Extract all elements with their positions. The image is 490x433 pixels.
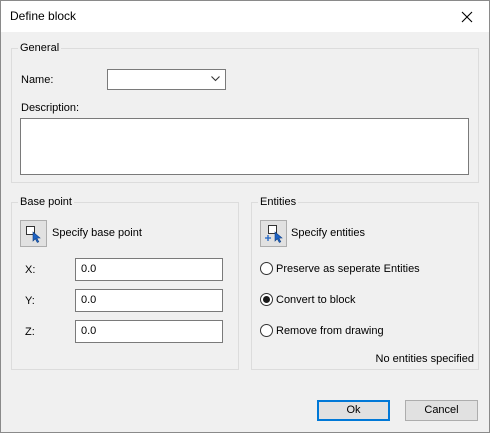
ok-button[interactable]: Ok (317, 400, 390, 421)
description-label: Description: (21, 102, 80, 114)
radio-remove-from-drawing-label: Remove from drawing (276, 325, 384, 337)
define-block-dialog: Define block General Name: Description: … (0, 0, 490, 433)
radio-preserve-entities[interactable] (260, 262, 273, 275)
name-combobox[interactable] (107, 69, 226, 90)
x-label: X: (25, 264, 36, 276)
z-label: Z: (25, 326, 35, 338)
base-point-group-label: Base point (18, 195, 74, 209)
name-label: Name: (21, 74, 54, 86)
z-input[interactable]: 0.0 (75, 320, 223, 343)
y-label: Y: (25, 295, 35, 307)
dialog-title: Define block (10, 9, 77, 23)
specify-base-point-label: Specify base point (52, 227, 142, 239)
entities-group-label: Entities (258, 195, 299, 209)
radio-remove-from-drawing[interactable] (260, 324, 273, 337)
close-icon (461, 11, 473, 22)
pick-point-icon (25, 225, 41, 243)
select-entities-icon (264, 224, 283, 243)
close-button[interactable] (445, 1, 489, 32)
specify-base-point-button[interactable] (20, 220, 47, 247)
specify-entities-button[interactable] (260, 220, 287, 247)
chevron-down-icon (211, 76, 220, 82)
title-bar: Define block (1, 1, 489, 32)
entities-status-text: No entities specified (375, 353, 474, 365)
radio-convert-to-block[interactable] (260, 293, 273, 306)
y-input[interactable]: 0.0 (75, 289, 223, 312)
general-group-label: General (18, 41, 62, 55)
specify-entities-label: Specify entities (291, 227, 365, 239)
x-input[interactable]: 0.0 (75, 258, 223, 281)
radio-convert-to-block-label: Convert to block (276, 294, 356, 306)
cancel-button[interactable]: Cancel (405, 400, 478, 421)
description-field[interactable] (20, 118, 469, 175)
radio-preserve-entities-label: Preserve as seperate Entities (276, 263, 420, 275)
